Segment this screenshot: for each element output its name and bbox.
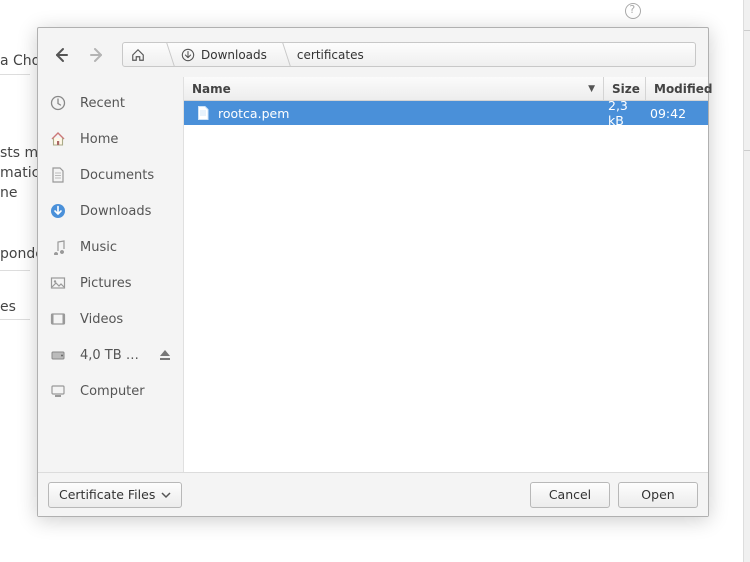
download-small-icon	[181, 48, 195, 62]
sidebar-item-label: Computer	[80, 384, 145, 399]
breadcrumb-downloads[interactable]: Downloads	[163, 43, 279, 66]
document-icon	[50, 167, 66, 183]
sidebar-item-label: Music	[80, 240, 117, 255]
sidebar-item-volume[interactable]: 4,0 TB Volu…	[38, 337, 183, 373]
music-note-icon	[50, 239, 66, 255]
breadcrumb-label: Downloads	[201, 48, 267, 62]
bg-text: es	[0, 299, 16, 315]
help-icon[interactable]	[625, 3, 641, 19]
bg-text: sts m	[0, 145, 38, 161]
home-icon	[131, 48, 145, 62]
file-row[interactable]: rootca.pem 2,3 kB 09:42	[184, 101, 708, 125]
video-icon	[50, 311, 66, 327]
sort-desc-icon: ▼	[588, 84, 595, 94]
chevron-down-icon	[161, 490, 171, 500]
file-chooser-dialog: Downloads certificates Recent Home	[37, 27, 709, 517]
arrow-left-icon	[53, 47, 69, 63]
filter-label: Certificate Files	[59, 487, 155, 502]
sidebar-item-music[interactable]: Music	[38, 229, 183, 265]
file-type-filter[interactable]: Certificate Files	[48, 482, 182, 508]
column-label: Modified	[654, 82, 713, 96]
eject-icon[interactable]	[159, 349, 171, 361]
file-modified: 09:42	[646, 106, 708, 121]
breadcrumb: Downloads certificates	[122, 42, 696, 67]
file-name: rootca.pem	[218, 106, 289, 121]
sidebar-item-label: Home	[80, 132, 118, 147]
breadcrumb-home[interactable]	[123, 43, 163, 66]
sidebar-item-pictures[interactable]: Pictures	[38, 265, 183, 301]
cancel-button[interactable]: Cancel	[530, 482, 610, 508]
sidebar-item-label: Videos	[80, 312, 123, 327]
sidebar-item-computer[interactable]: Computer	[38, 373, 183, 409]
sidebar-item-label: 4,0 TB Volu…	[80, 348, 145, 363]
places-sidebar: Recent Home Documents Downloads	[38, 77, 184, 472]
drive-icon	[50, 347, 66, 363]
download-icon	[50, 203, 66, 219]
column-header-modified[interactable]: Modified	[646, 77, 708, 100]
home-icon	[50, 131, 66, 147]
sidebar-item-label: Pictures	[80, 276, 131, 291]
sidebar-item-documents[interactable]: Documents	[38, 157, 183, 193]
sidebar-item-recent[interactable]: Recent	[38, 85, 183, 121]
dialog-footer: Certificate Files Cancel Open	[38, 472, 708, 516]
sidebar-item-downloads[interactable]: Downloads	[38, 193, 183, 229]
forward-button[interactable]	[86, 44, 108, 66]
sidebar-item-label: Downloads	[80, 204, 151, 219]
button-label: Cancel	[549, 487, 591, 502]
button-label: Open	[641, 487, 674, 502]
file-list[interactable]: rootca.pem 2,3 kB 09:42	[184, 101, 708, 472]
breadcrumb-label: certificates	[297, 48, 364, 62]
scrollbar[interactable]	[743, 0, 750, 562]
file-icon	[196, 106, 210, 120]
clock-icon	[50, 95, 66, 111]
bg-text: ne	[0, 185, 18, 201]
column-header-name[interactable]: Name ▼	[184, 77, 604, 100]
open-button[interactable]: Open	[618, 482, 698, 508]
sidebar-item-home[interactable]: Home	[38, 121, 183, 157]
sidebar-item-label: Recent	[80, 96, 125, 111]
column-label: Name	[192, 82, 231, 96]
picture-icon	[50, 275, 66, 291]
arrow-right-icon	[89, 47, 105, 63]
nav-bar: Downloads certificates	[38, 28, 708, 77]
column-label: Size	[612, 82, 640, 96]
file-size: 2,3 kB	[604, 101, 646, 128]
file-view: Name ▼ Size Modified rootca.pem 2,3 kB	[184, 77, 708, 472]
sidebar-item-label: Documents	[80, 168, 154, 183]
column-headers: Name ▼ Size Modified	[184, 77, 708, 101]
sidebar-item-videos[interactable]: Videos	[38, 301, 183, 337]
computer-icon	[50, 383, 66, 399]
back-button[interactable]	[50, 44, 72, 66]
breadcrumb-certificates[interactable]: certificates	[279, 43, 376, 66]
column-header-size[interactable]: Size	[604, 77, 646, 100]
